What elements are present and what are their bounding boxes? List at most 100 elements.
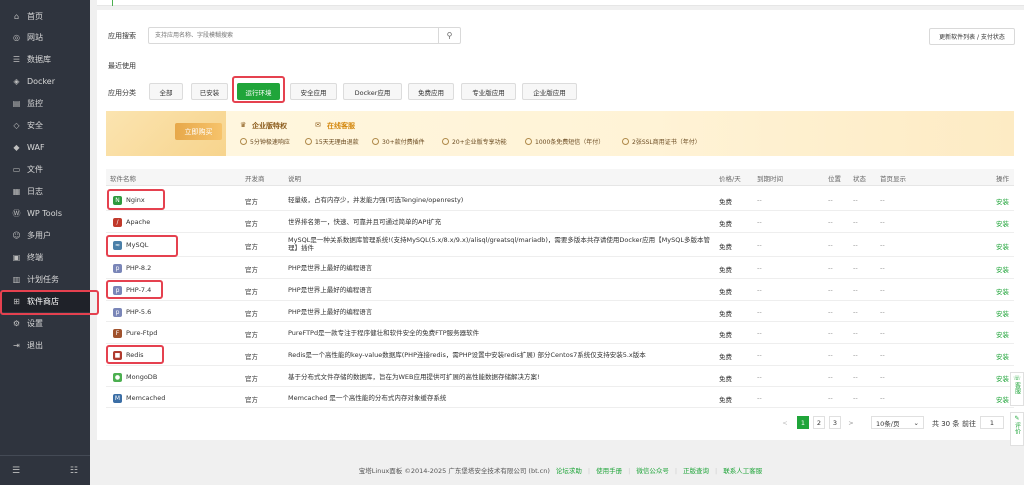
install-button[interactable]: 安装 [996, 329, 1009, 339]
banner-feature-text: 20+企业版专享功能 [452, 139, 507, 146]
category-tab-6[interactable]: 专业版应用 [461, 83, 516, 100]
install-button[interactable]: 安装 [996, 308, 1009, 318]
cell-desc: 基于分布式文件存储的数据库，旨在为WEB应用提供可扩展的高性能数据存储解决方案! [288, 372, 540, 381]
sidebar-item-label: 网站 [27, 33, 43, 42]
sidebar-item-10[interactable]: ☺ 多用户 [0, 225, 90, 246]
float-review-button[interactable]: ✎ 评价 [1010, 412, 1024, 446]
page-button-1[interactable]: 1 [797, 416, 809, 429]
page-button-2[interactable]: 2 [813, 416, 825, 429]
footer-link[interactable]: 正版查询 [683, 467, 709, 475]
total-count: 共 30 条 [932, 420, 960, 428]
page-size-select[interactable]: 10条/页 ⌄ [871, 416, 924, 429]
cell-home: -- [880, 286, 885, 294]
goto-page-input[interactable]: 1 [980, 416, 1004, 429]
page-button-3[interactable]: 3 [829, 416, 841, 429]
sidebar-item-9[interactable]: Ⓦ WP Tools [0, 203, 90, 224]
category-tab-4[interactable]: Docker应用 [343, 83, 402, 100]
cell-desc: 轻量级，占有内存少，并发能力强(可选Tengine/openresty) [288, 196, 464, 204]
column-header: 软件名称 [110, 175, 136, 183]
sidebar-item-5[interactable]: ◇ 安全 [0, 115, 90, 136]
cell-pos: -- [828, 307, 833, 316]
column-header: 状态 [853, 175, 866, 183]
sidebar-item-14[interactable]: ⚙ 设置 [0, 313, 90, 334]
sidebar-item-label: 数据库 [27, 55, 51, 64]
footer-link[interactable]: 论坛求助 [556, 467, 582, 475]
float-service-label: 客服 [1013, 382, 1021, 394]
sidebar-item-2[interactable]: ☰ 数据库 [0, 49, 90, 70]
cell-home: -- [880, 351, 885, 359]
cell-home: -- [880, 329, 885, 337]
sidebar-item-4[interactable]: ▤ 监控 [0, 93, 90, 114]
install-button[interactable]: 安装 [996, 264, 1009, 274]
search-icon[interactable]: ⚲ [438, 28, 460, 43]
sidebar-item-3[interactable]: ◈ Docker [0, 71, 90, 92]
cell-pos: -- [828, 241, 833, 249]
category-tab-7[interactable]: 企业版应用 [522, 83, 577, 100]
sidebar-item-12[interactable]: ▥ 计划任务 [0, 269, 90, 290]
category-tab-3[interactable]: 安全应用 [290, 83, 337, 100]
buy-now-button[interactable]: 立即购买 [175, 123, 222, 140]
footer-link[interactable]: 微信公众号 [636, 467, 669, 475]
float-review-label: 评价 [1013, 422, 1021, 434]
cell-name: PHP-5.6 [126, 307, 152, 316]
cell-status: -- [853, 329, 858, 337]
cell-status: -- [853, 196, 858, 204]
search-box: ⚲ [148, 27, 461, 44]
cell-expire: -- [757, 329, 762, 337]
sidebar-item-0[interactable]: ⌂ 首页 [0, 6, 90, 27]
cell-expire: -- [757, 286, 762, 294]
update-software-list-button[interactable]: 更新软件列表 / 支付状态 [929, 28, 1015, 45]
category-tab-1[interactable]: 已安装 [191, 83, 228, 100]
cell-name: Apache [126, 218, 151, 226]
float-service-button[interactable]: ☏ 客服 [1010, 372, 1024, 406]
cell-home: -- [880, 196, 885, 204]
sidebar-item-1[interactable]: ◎ 网站 [0, 27, 90, 48]
menu-toggle-icon[interactable]: ☷ [70, 466, 78, 476]
sidebar-item-11[interactable]: ▣ 终端 [0, 247, 90, 268]
enterprise-privilege-title: 企业版特权 [252, 122, 287, 130]
prev-page-button[interactable]: < [779, 416, 791, 429]
sidebar-item-label: Docker [27, 77, 56, 86]
install-button[interactable]: 安装 [996, 286, 1009, 296]
footer: 宝塔Linux面板 ©2014-2025 广东堡塔安全技术有限公司 (bt.cn… [97, 464, 1024, 476]
banner-feature: 1000条免费短信（年付） [525, 137, 604, 146]
sidebar-item-15[interactable]: ⇥ 退出 [0, 335, 90, 356]
log-icon: ▦ [12, 187, 21, 196]
footer-link[interactable]: 联系人工客服 [723, 467, 762, 475]
cell-pos: -- [828, 218, 833, 226]
sidebar-item-label: WAF [27, 143, 45, 152]
cell-status: -- [853, 393, 858, 402]
search-input[interactable] [149, 28, 439, 43]
menu-collapse-icon[interactable]: ☰ [12, 466, 20, 476]
category-tab-0[interactable]: 全部 [149, 83, 183, 100]
install-button[interactable]: 安装 [996, 351, 1009, 361]
install-button[interactable]: 安装 [996, 241, 1009, 251]
page-size-value: 10条/页 [876, 419, 900, 428]
cell-dev: 官方 [245, 309, 258, 318]
install-button[interactable]: 安装 [996, 196, 1009, 206]
footer-separator: | [628, 467, 631, 475]
feature-icon [372, 138, 379, 145]
terminal-icon: ▣ [12, 253, 21, 262]
sidebar-item-label: WP Tools [27, 209, 62, 218]
feature-icon [442, 138, 449, 145]
software-icon: / [113, 218, 122, 227]
category-tab-5[interactable]: 免费应用 [408, 83, 454, 100]
cell-price: 免费 [719, 243, 732, 251]
sidebar-item-7[interactable]: ▭ 文件 [0, 159, 90, 180]
next-page-button[interactable]: > [845, 416, 857, 429]
install-button[interactable]: 安装 [996, 394, 1009, 404]
cell-pos: -- [828, 286, 833, 294]
highlight-php74 [106, 280, 163, 299]
software-icon: p [113, 307, 122, 317]
cell-home: -- [880, 307, 885, 316]
footer-link[interactable]: 使用手册 [596, 467, 622, 475]
install-button[interactable]: 安装 [996, 373, 1009, 383]
cell-status: -- [853, 218, 858, 226]
install-button[interactable]: 安装 [996, 218, 1009, 228]
cell-price: 免费 [719, 266, 732, 274]
cell-pos: -- [828, 393, 833, 402]
sidebar-item-8[interactable]: ▦ 日志 [0, 181, 90, 202]
sidebar-item-6[interactable]: ◆ WAF [0, 137, 90, 158]
online-service-link[interactable]: 在线客服 [327, 121, 355, 131]
